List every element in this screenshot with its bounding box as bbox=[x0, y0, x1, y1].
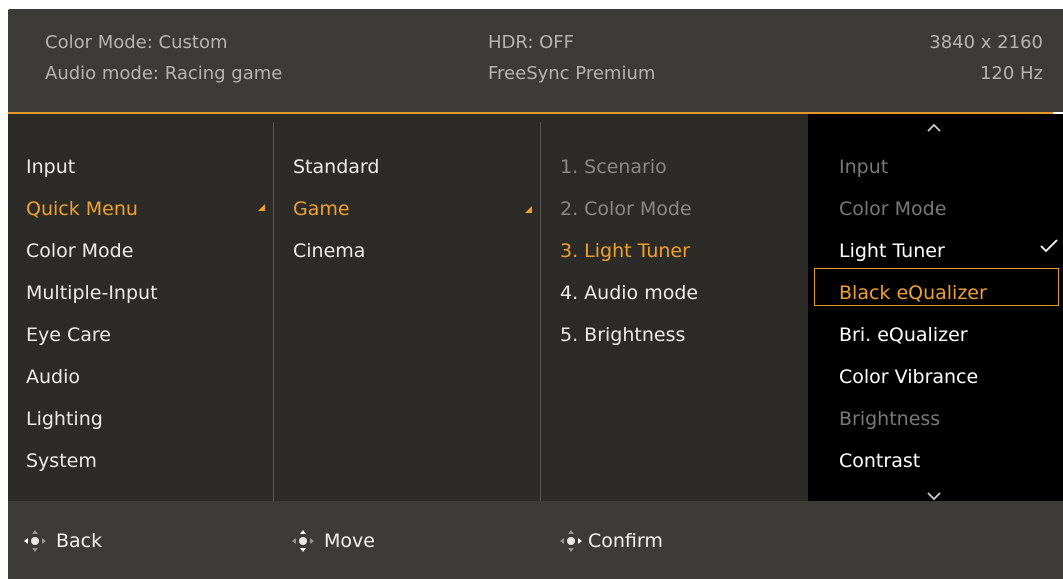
slot-item-scenario[interactable]: 1. Scenario bbox=[560, 156, 667, 178]
option-item-brightness[interactable]: Brightness bbox=[839, 408, 940, 430]
option-item-color-mode[interactable]: Color Mode bbox=[839, 198, 946, 220]
move-hint: Move bbox=[290, 529, 375, 553]
submenu-indicator-icon bbox=[258, 204, 265, 211]
joystick-left-icon bbox=[22, 529, 48, 553]
status-header: Color Mode: Custom Audio mode: Racing ga… bbox=[8, 9, 1063, 112]
option-list-panel: Input Color Mode Light Tuner Black eQual… bbox=[808, 114, 1063, 501]
option-item-black-equalizer[interactable]: Black eQualizer bbox=[839, 282, 987, 304]
chevron-up-icon[interactable] bbox=[926, 118, 942, 137]
hdr-status: HDR: OFF bbox=[488, 32, 575, 53]
joystick-right-icon bbox=[558, 529, 584, 553]
main-menu-item-quick-menu[interactable]: Quick Menu bbox=[26, 198, 138, 220]
submenu-indicator-icon bbox=[525, 206, 532, 213]
back-label: Back bbox=[56, 530, 103, 552]
option-item-bri-equalizer[interactable]: Bri. eQualizer bbox=[839, 324, 968, 346]
confirm-label: Confirm bbox=[588, 530, 663, 552]
option-item-input[interactable]: Input bbox=[839, 156, 888, 178]
option-item-light-tuner[interactable]: Light Tuner bbox=[839, 240, 945, 262]
slot-item-light-tuner[interactable]: 3. Light Tuner bbox=[560, 240, 690, 262]
option-item-color-vibrance[interactable]: Color Vibrance bbox=[839, 366, 978, 388]
control-hint-bar: Back Move Confirm bbox=[8, 501, 1063, 579]
freesync-status: FreeSync Premium bbox=[488, 63, 656, 84]
slot-item-brightness[interactable]: 5. Brightness bbox=[560, 324, 685, 346]
option-item-contrast[interactable]: Contrast bbox=[839, 450, 920, 472]
menu-body: Input Quick Menu Color Mode Multiple-Inp… bbox=[8, 114, 808, 502]
sub-menu-item-standard[interactable]: Standard bbox=[293, 156, 379, 178]
main-menu-item-system[interactable]: System bbox=[26, 450, 97, 472]
refresh-rate-status: 120 Hz bbox=[979, 63, 1043, 84]
back-hint: Back bbox=[22, 529, 102, 553]
main-menu-item-audio[interactable]: Audio bbox=[26, 366, 80, 388]
main-menu-item-lighting[interactable]: Lighting bbox=[26, 408, 103, 430]
move-label: Move bbox=[324, 530, 375, 552]
color-mode-status: Color Mode: Custom bbox=[45, 32, 228, 53]
audio-mode-status: Audio mode: Racing game bbox=[45, 63, 283, 84]
sub-menu-item-game[interactable]: Game bbox=[293, 198, 350, 220]
main-menu-item-color-mode[interactable]: Color Mode bbox=[26, 240, 133, 262]
main-menu-item-multiple-input[interactable]: Multiple-Input bbox=[26, 282, 158, 304]
column-divider bbox=[273, 122, 274, 502]
slot-item-audio-mode[interactable]: 4. Audio mode bbox=[560, 282, 698, 304]
joystick-up-down-icon bbox=[290, 529, 316, 553]
monitor-osd: Color Mode: Custom Audio mode: Racing ga… bbox=[8, 9, 1063, 579]
main-menu-item-eye-care[interactable]: Eye Care bbox=[26, 324, 111, 346]
column-divider bbox=[540, 122, 541, 502]
slot-item-color-mode[interactable]: 2. Color Mode bbox=[560, 198, 692, 220]
checkmark-icon bbox=[1040, 234, 1058, 258]
main-menu-item-input[interactable]: Input bbox=[26, 156, 75, 178]
sub-menu-item-cinema[interactable]: Cinema bbox=[293, 240, 365, 262]
confirm-hint: Confirm bbox=[558, 529, 663, 553]
resolution-status: 3840 x 2160 bbox=[929, 32, 1043, 53]
